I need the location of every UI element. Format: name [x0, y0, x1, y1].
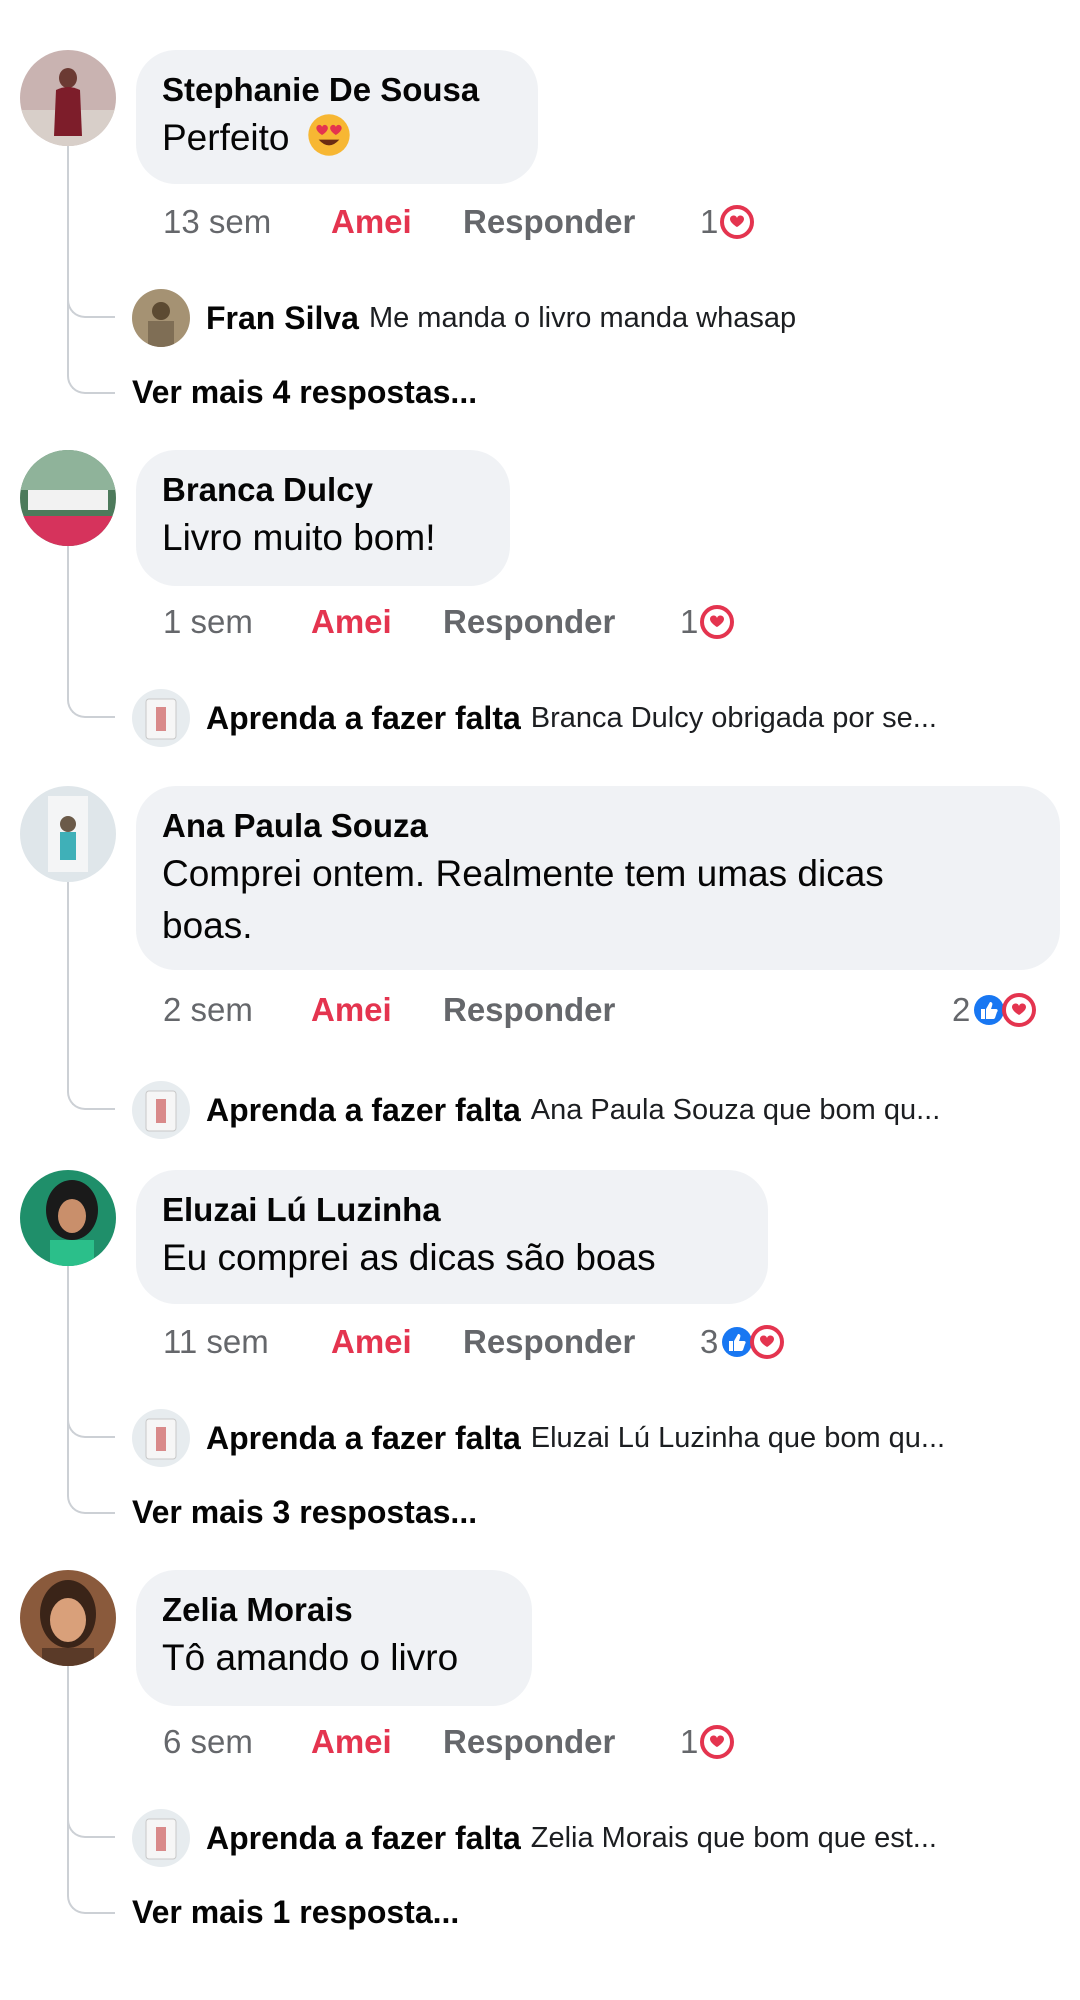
reply-button[interactable]: Responder [463, 1323, 635, 1361]
avatar[interactable] [20, 1170, 116, 1266]
comment-bubble: Ana Paula Souza Comprei ontem. Realmente… [136, 786, 1060, 970]
love-reaction-icon [700, 605, 735, 639]
comment-text: Livro muito bom! [162, 517, 436, 558]
avatar[interactable] [20, 1570, 116, 1666]
reaction-count: 1 [700, 203, 719, 240]
love-reaction-icon [750, 1325, 785, 1359]
reply-button[interactable]: Responder [443, 603, 615, 641]
like-reaction-icon [722, 1327, 753, 1357]
love-reaction-icon [700, 1725, 735, 1759]
reply-text: Me manda o livro manda whasap [368, 301, 797, 334]
comment-actions: 2 sem Amei Responder [163, 986, 615, 1034]
comment-actions: 1 sem Amei Responder [163, 598, 615, 646]
thread-connector [67, 1826, 115, 1914]
comment-time[interactable]: 6 sem [163, 1723, 311, 1761]
comment-bubble: Eluzai Lú Luzinha Eu comprei as dicas sã… [136, 1170, 768, 1304]
comment-author[interactable]: Eluzai Lú Luzinha [162, 1188, 740, 1232]
reaction-summary[interactable]: 2 [952, 986, 1037, 1034]
love-reaction-button[interactable]: Amei [311, 991, 443, 1029]
reply-text: Zelia Morais que bom que est... [530, 1821, 937, 1854]
comment-text: Perfeito [162, 112, 510, 164]
comment-author[interactable]: Zelia Morais [162, 1588, 504, 1632]
reaction-summary[interactable]: 1 [680, 1718, 735, 1766]
view-more-replies-link[interactable]: Ver mais 1 resposta... [132, 1888, 459, 1936]
thread-connector [67, 546, 115, 718]
reaction-summary[interactable]: 1 [700, 198, 755, 246]
thread-connector [67, 306, 115, 394]
comment-time[interactable]: 1 sem [163, 603, 311, 641]
reply-item[interactable]: Aprenda a fazer falta Zelia Morais que b… [132, 1808, 937, 1868]
reply-item[interactable]: Aprenda a fazer falta Branca Dulcy obrig… [132, 688, 937, 748]
reply-author[interactable]: Fran Silva [206, 300, 359, 337]
avatar[interactable] [132, 1409, 190, 1467]
love-reaction-button[interactable]: Amei [311, 1723, 443, 1761]
reply-text: Eluzai Lú Luzinha que bom qu... [530, 1421, 946, 1454]
reply-author[interactable]: Aprenda a fazer falta [206, 1092, 521, 1129]
comment-bubble: Branca Dulcy Livro muito bom! [136, 450, 510, 586]
love-reaction-icon [1002, 993, 1037, 1027]
comment-text-line-1: Comprei ontem. Realmente tem umas dicas [162, 853, 884, 894]
love-reaction-icon [720, 205, 755, 239]
thread-line [67, 1266, 69, 1426]
comment-actions: 13 sem Amei Responder [163, 198, 635, 246]
love-reaction-button[interactable]: Amei [331, 203, 463, 241]
reply-author[interactable]: Aprenda a fazer falta [206, 1420, 521, 1457]
thread-line [67, 1666, 69, 1826]
reply-item[interactable]: Aprenda a fazer falta Eluzai Lú Luzinha … [132, 1408, 945, 1468]
view-more-replies-link[interactable]: Ver mais 4 respostas... [132, 368, 477, 416]
reaction-count: 2 [952, 991, 971, 1028]
reply-text: Branca Dulcy obrigada por se... [530, 701, 937, 734]
comment-text: Eu comprei as dicas são boas [162, 1237, 656, 1278]
reply-item[interactable]: Fran Silva Me manda o livro manda whasap [132, 288, 796, 348]
reply-button[interactable]: Responder [443, 1723, 615, 1761]
comment-text: Tô amando o livro [162, 1637, 459, 1678]
avatar[interactable] [20, 50, 116, 146]
reply-button[interactable]: Responder [443, 991, 615, 1029]
reaction-count: 1 [680, 603, 699, 640]
love-reaction-button[interactable]: Amei [311, 603, 443, 641]
thread-line [67, 146, 69, 306]
reply-author[interactable]: Aprenda a fazer falta [206, 700, 521, 737]
reply-button[interactable]: Responder [463, 203, 635, 241]
reaction-summary[interactable]: 3 [700, 1318, 785, 1366]
comment-bubble: Zelia Morais Tô amando o livro [136, 1570, 532, 1706]
avatar[interactable] [132, 289, 190, 347]
thread-connector [67, 882, 115, 1110]
reply-item[interactable]: Aprenda a fazer falta Ana Paula Souza qu… [132, 1080, 940, 1140]
comment-time[interactable]: 11 sem [163, 1323, 331, 1361]
avatar[interactable] [132, 1081, 190, 1139]
avatar[interactable] [20, 786, 116, 882]
reply-author[interactable]: Aprenda a fazer falta [206, 1820, 521, 1857]
avatar[interactable] [132, 1809, 190, 1867]
comment-author[interactable]: Stephanie De Sousa [162, 68, 510, 112]
reaction-count: 3 [700, 1323, 719, 1360]
comment-actions: 6 sem Amei Responder [163, 1718, 615, 1766]
comment-text-content: Perfeito [162, 117, 290, 158]
reaction-summary[interactable]: 1 [680, 598, 735, 646]
avatar[interactable] [20, 450, 116, 546]
avatar[interactable] [132, 689, 190, 747]
reply-text: Ana Paula Souza que bom qu... [530, 1093, 941, 1126]
heart-eyes-emoji-icon [308, 114, 350, 156]
comment-actions: 11 sem Amei Responder [163, 1318, 635, 1366]
like-reaction-icon [974, 995, 1005, 1025]
love-reaction-button[interactable]: Amei [331, 1323, 463, 1361]
comment-time[interactable]: 2 sem [163, 991, 311, 1029]
comment-text-line-2: boas. [162, 905, 253, 946]
reaction-count: 1 [680, 1723, 699, 1760]
comment-bubble: Stephanie De Sousa Perfeito [136, 50, 538, 184]
view-more-replies-link[interactable]: Ver mais 3 respostas... [132, 1488, 477, 1536]
thread-connector [67, 1426, 115, 1514]
comment-author[interactable]: Branca Dulcy [162, 468, 482, 512]
comment-time[interactable]: 13 sem [163, 203, 331, 241]
comment-author[interactable]: Ana Paula Souza [162, 804, 1032, 848]
